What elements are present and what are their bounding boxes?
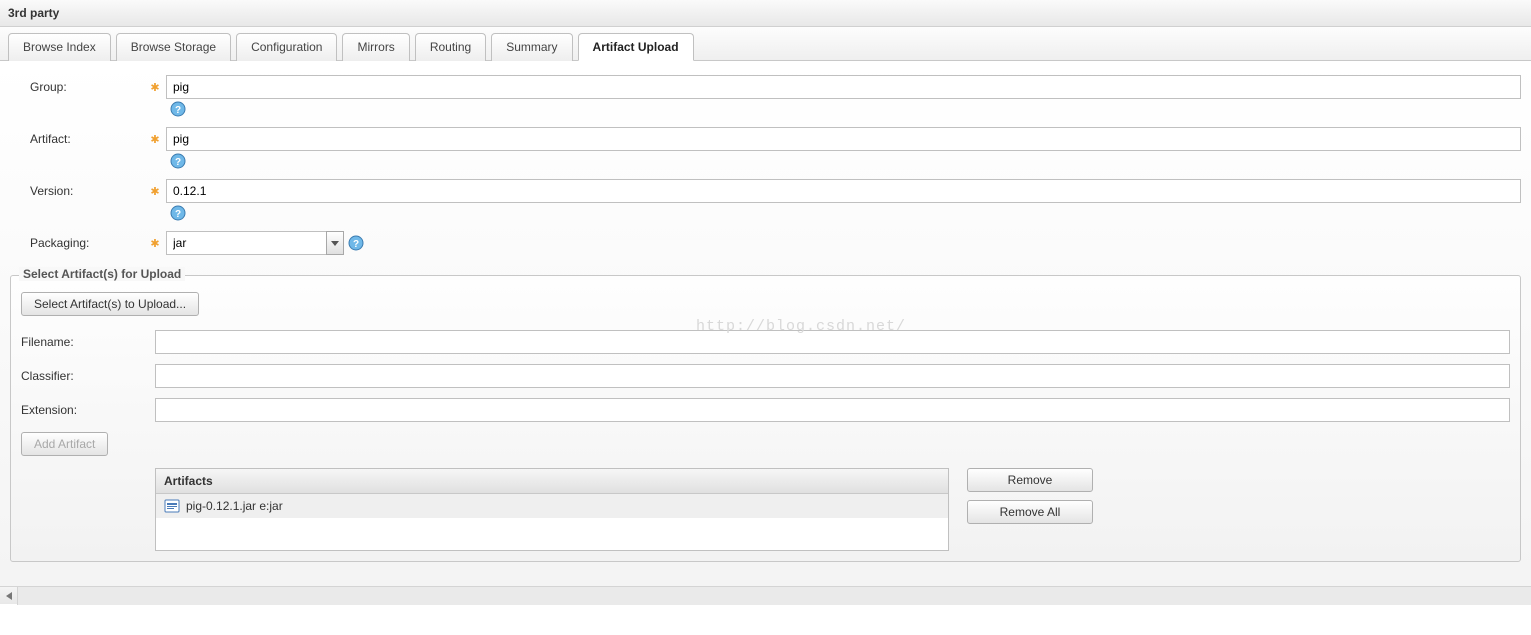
tab-artifact-upload[interactable]: Artifact Upload (578, 33, 694, 61)
horizontal-scrollbar[interactable] (0, 586, 1531, 604)
group-input[interactable] (166, 75, 1521, 99)
packaging-label: Packaging: (10, 236, 144, 250)
add-artifact-button[interactable]: Add Artifact (21, 432, 108, 456)
fieldset-legend: Select Artifact(s) for Upload (19, 267, 185, 281)
extension-label: Extension: (21, 403, 155, 417)
required-star-icon: ✱ (144, 237, 166, 250)
svg-text:?: ? (175, 209, 181, 220)
required-star-icon: ✱ (144, 81, 166, 94)
panel-header: 3rd party (0, 0, 1531, 27)
help-icon[interactable]: ? (348, 235, 364, 251)
version-label: Version: (10, 184, 144, 198)
classifier-input[interactable] (155, 364, 1510, 388)
upload-fieldset: Select Artifact(s) for Upload Select Art… (10, 275, 1521, 562)
grid-header: Artifacts (156, 469, 948, 494)
tab-configuration[interactable]: Configuration (236, 33, 337, 61)
grid-body: pig-0.12.1.jar e:jar (156, 494, 948, 550)
tab-browse-storage[interactable]: Browse Storage (116, 33, 231, 61)
artifact-label: Artifact: (10, 132, 144, 146)
filename-label: Filename: (21, 335, 155, 349)
tab-browse-index[interactable]: Browse Index (8, 33, 111, 61)
select-artifacts-button[interactable]: Select Artifact(s) to Upload... (21, 292, 199, 316)
tab-summary[interactable]: Summary (491, 33, 572, 61)
packaging-combo[interactable] (166, 231, 344, 255)
required-star-icon: ✱ (144, 133, 166, 146)
scroll-left-icon[interactable] (0, 587, 18, 605)
artifacts-grid: Artifacts pig-0.12.1.jar e:jar (155, 468, 949, 551)
packaging-input[interactable] (166, 231, 326, 255)
tab-routing[interactable]: Routing (415, 33, 486, 61)
help-icon[interactable]: ? (170, 205, 186, 221)
artifact-icon (164, 498, 180, 514)
classifier-label: Classifier: (21, 369, 155, 383)
svg-text:?: ? (353, 239, 359, 250)
remove-all-button[interactable]: Remove All (967, 500, 1093, 524)
svg-text:?: ? (175, 157, 181, 168)
chevron-down-icon[interactable] (326, 231, 344, 255)
panel-title: 3rd party (8, 6, 59, 20)
tab-bar: Browse Index Browse Storage Configuratio… (0, 27, 1531, 61)
version-input[interactable] (166, 179, 1521, 203)
help-icon[interactable]: ? (170, 101, 186, 117)
filename-input[interactable] (155, 330, 1510, 354)
artifact-input[interactable] (166, 127, 1521, 151)
extension-input[interactable] (155, 398, 1510, 422)
remove-button[interactable]: Remove (967, 468, 1093, 492)
help-icon[interactable]: ? (170, 153, 186, 169)
form-body: Group: ✱ ? Artifact: ✱ ? Version: ✱ (0, 61, 1531, 586)
group-label: Group: (10, 80, 144, 94)
svg-text:?: ? (175, 105, 181, 116)
tab-mirrors[interactable]: Mirrors (342, 33, 409, 61)
artifact-row[interactable]: pig-0.12.1.jar e:jar (156, 494, 948, 518)
scroll-track[interactable] (18, 587, 1531, 605)
required-star-icon: ✱ (144, 185, 166, 198)
artifact-row-text: pig-0.12.1.jar e:jar (186, 499, 283, 513)
